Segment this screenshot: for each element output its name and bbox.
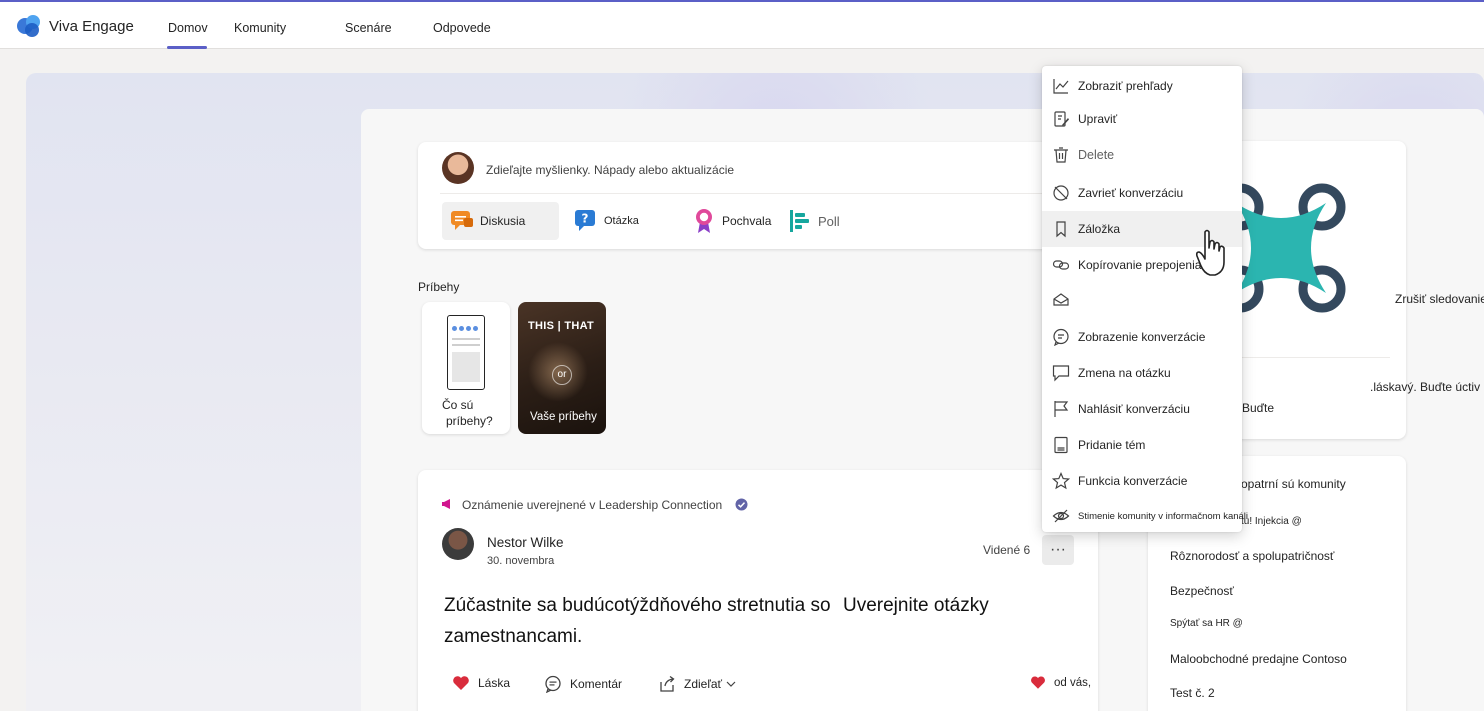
menu-item-view-insights[interactable]: Zobraziť prehľady <box>1042 68 1242 104</box>
menu-item-edit[interactable]: Upraviť <box>1042 101 1242 137</box>
link-icon <box>1052 260 1070 270</box>
menu-item-change-to-question[interactable]: Zmena na otázku <box>1042 355 1242 391</box>
edit-icon <box>1054 111 1069 127</box>
share-label: Zdieľať <box>684 677 723 691</box>
heart-icon <box>453 676 469 690</box>
megaphone-icon <box>442 499 450 509</box>
like-label: Láska <box>478 676 511 690</box>
insights-icon <box>1053 79 1069 94</box>
heart-reaction-icon <box>1031 676 1045 689</box>
add-topics-icon <box>1054 436 1068 454</box>
story-info-caption: Čo sú príbehy? <box>442 398 493 428</box>
viva-engage-logo-icon[interactable] <box>16 13 42 39</box>
community-item[interactable]: Bezpečnosť <box>1170 584 1234 598</box>
chevron-down-icon <box>726 681 736 687</box>
post-type-praise-label: Pochvala <box>722 214 772 228</box>
post-type-poll[interactable]: Poll <box>788 202 840 240</box>
comment-label: Komentár <box>570 677 623 691</box>
praise-icon <box>696 209 712 233</box>
mute-community-icon <box>1052 509 1070 523</box>
tab-scenare[interactable]: Scenáre <box>345 21 392 35</box>
community-item[interactable]: Maloobchodné predajne Contoso <box>1170 652 1347 666</box>
phone-illustration <box>447 315 485 390</box>
view-conversation-icon <box>1053 328 1069 346</box>
communities-heading: opatrní sú komunity <box>1241 477 1346 491</box>
unfollow-button[interactable]: Zrušiť sledovanie <box>1395 292 1484 306</box>
poll-icon <box>790 210 809 232</box>
post-options-menu: Zobraziť prehľady Upraviť Delete Zavrieť… <box>1042 66 1248 534</box>
share-button[interactable]: Zdieľať <box>658 675 744 693</box>
mark-unread-icon <box>1053 293 1069 306</box>
current-user-avatar[interactable] <box>442 152 474 184</box>
community-item[interactable]: Test č. 2 <box>1170 686 1215 700</box>
community-item[interactable]: Spýtať sa HR @ <box>1170 618 1243 629</box>
svg-text:?: ? <box>582 212 589 226</box>
author-name[interactable]: Nestor Wilke <box>487 535 564 550</box>
hand-pointer-cursor-icon <box>1195 229 1225 276</box>
post-type-poll-label: Poll <box>818 213 840 229</box>
community-item[interactable]: Rôznorodosť a spolupatričnosť <box>1170 549 1334 563</box>
more-options-button[interactable]: ··· <box>1042 535 1074 565</box>
your-stories-label: Vaše príbehy <box>530 411 597 423</box>
top-bar: Viva Engage Domov Komunity Scenáre Odpov… <box>0 0 1484 49</box>
composer-divider <box>440 193 1080 194</box>
community-guideline-text-2: Buďte <box>1242 401 1275 415</box>
comment-icon <box>545 675 561 693</box>
author-avatar[interactable] <box>442 528 474 560</box>
change-to-question-icon <box>1052 365 1070 382</box>
active-tab-indicator <box>167 46 207 49</box>
story-card-what-are-stories[interactable]: Čo sú príbehy? <box>422 302 510 434</box>
report-flag-icon <box>1054 401 1069 417</box>
like-button[interactable]: Láska <box>452 675 510 691</box>
menu-item-feature-conversation[interactable]: Funkcia konverzácie <box>1042 463 1242 499</box>
post-composer: Zdieľajte myšlienky. Nápady alebo aktual… <box>418 142 1100 249</box>
menu-item-add-topics[interactable]: Pridanie tém <box>1042 427 1242 463</box>
story-overlay-text: THIS | THAT <box>528 320 595 332</box>
post-date[interactable]: 30. novembra <box>487 555 554 567</box>
reaction-summary[interactable]: od vás, <box>1030 675 1091 690</box>
discussion-icon <box>451 211 473 230</box>
composer-prompt[interactable]: Zdieľajte myšlienky. Nápady alebo aktual… <box>486 163 734 177</box>
post-type-discussion-label: Diskusia <box>480 214 526 228</box>
reaction-label: od vás, <box>1054 676 1092 689</box>
story-card-your-stories[interactable]: THIS | THAT or Vaše príbehy <box>518 302 606 434</box>
tab-komunity[interactable]: Komunity <box>234 21 286 35</box>
question-icon: ? <box>575 210 595 231</box>
story-or-badge: or <box>552 365 572 385</box>
share-icon <box>660 675 675 692</box>
post-body-text: Zúčastnite sa budúcotýždňového stretnuti… <box>444 595 831 647</box>
menu-item-delete[interactable]: Delete <box>1042 137 1242 173</box>
community-item[interactable]: tu! Injekcia @ <box>1241 516 1302 527</box>
close-conversation-icon <box>1053 185 1069 201</box>
post-type-discussion[interactable]: Diskusia <box>442 202 559 240</box>
seen-count[interactable]: Videné 6 <box>983 543 1030 557</box>
menu-item-report[interactable]: Nahlásiť konverzáciu <box>1042 391 1242 427</box>
post-type-praise[interactable]: Pochvala <box>692 202 771 240</box>
feature-star-icon <box>1052 472 1070 490</box>
tab-odpovede[interactable]: Odpovede <box>433 21 491 35</box>
post-body-right-text: Uverejnite otázky <box>843 595 989 616</box>
post-card: Oznámenie uverejnené v Leadership Connec… <box>418 470 1098 711</box>
comment-button[interactable]: Komentár <box>544 675 622 693</box>
verified-badge-icon <box>735 498 748 511</box>
bookmark-icon <box>1056 221 1066 238</box>
stories-heading: Príbehy <box>418 280 460 294</box>
delete-icon <box>1054 147 1068 163</box>
announcement-label[interactable]: Oznámenie uverejnené v Leadership Connec… <box>462 498 722 512</box>
menu-item-mark-unread[interactable] <box>1042 281 1242 317</box>
tab-domov[interactable]: Domov <box>168 21 208 35</box>
menu-item-view-conversation[interactable]: Zobrazenie konverzácie <box>1042 319 1242 355</box>
post-type-question-label: Otázka <box>604 215 639 227</box>
menu-item-close-conversation[interactable]: Zavrieť konverzáciu <box>1042 175 1242 211</box>
post-type-question[interactable]: ? Otázka <box>574 202 639 240</box>
community-guideline-text: .láskavý. Buďte úctiv <box>1370 380 1481 394</box>
menu-item-mute-community[interactable]: Stimenie komunity v informačnom kanáli <box>1042 498 1248 534</box>
app-name[interactable]: Viva Engage <box>49 18 134 35</box>
